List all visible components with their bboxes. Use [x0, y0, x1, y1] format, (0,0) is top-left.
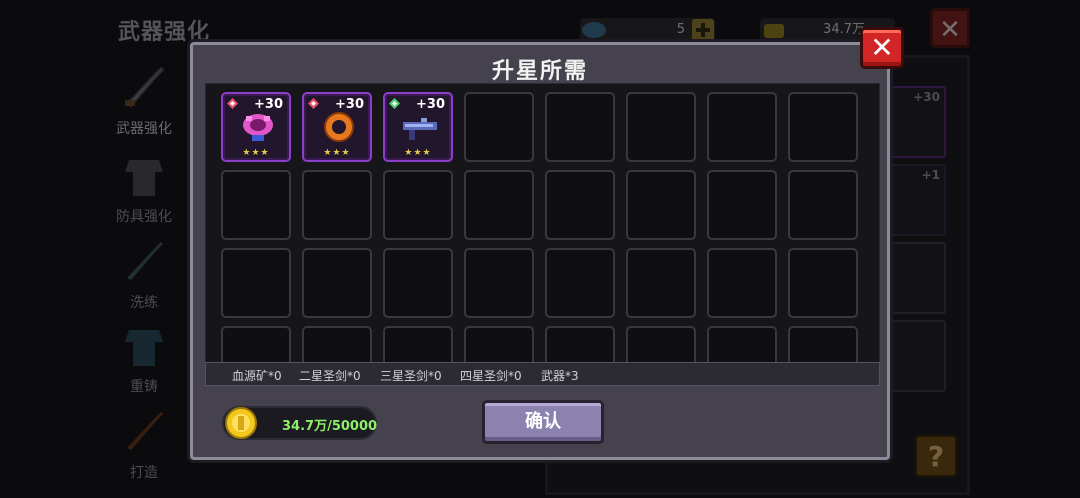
- red-gem-icon: [227, 98, 238, 109]
- empty-slot[interactable]: [383, 248, 453, 318]
- empty-slot[interactable]: [221, 170, 291, 240]
- requirement-item: 血源矿*0: [232, 369, 282, 383]
- requirements-bar: 血源矿*0 二星圣剑*0 三星圣剑*0 四星圣剑*0 武器*3: [205, 362, 880, 386]
- empty-slot[interactable]: [464, 92, 534, 162]
- empty-slot[interactable]: [464, 248, 534, 318]
- empty-slot[interactable]: [302, 326, 372, 363]
- material-slot[interactable]: +30 ★★★: [221, 92, 291, 162]
- dialog-title: 升星所需: [491, 59, 588, 84]
- empty-slot[interactable]: [545, 92, 615, 162]
- star-rating: ★★★: [323, 148, 351, 158]
- requirement-item: 武器*3: [541, 369, 579, 383]
- star-rating: ★★★: [404, 148, 432, 158]
- empty-slot[interactable]: [626, 92, 696, 162]
- requirement-item: 二星圣剑*0: [299, 369, 361, 383]
- empty-slot[interactable]: [545, 170, 615, 240]
- empty-slot[interactable]: [788, 326, 858, 363]
- requirement-item: 三星圣剑*0: [380, 369, 442, 383]
- coin-cost-text: 34.7万/50000: [282, 419, 378, 434]
- empty-slot[interactable]: [707, 248, 777, 318]
- pink-heart-icon: [243, 114, 273, 141]
- close-icon: ✕: [870, 31, 894, 64]
- empty-slot[interactable]: [626, 326, 696, 363]
- close-button[interactable]: ✕: [860, 27, 904, 69]
- empty-slot[interactable]: [788, 170, 858, 240]
- empty-slot[interactable]: [302, 248, 372, 318]
- orange-ring-icon: [324, 112, 354, 142]
- requirement-item: 四星圣剑*0: [460, 369, 522, 383]
- empty-slot[interactable]: [383, 326, 453, 363]
- empty-slot[interactable]: [788, 92, 858, 162]
- material-grid: +30 ★★★ +30 ★★★ +30 ★★★: [205, 83, 880, 364]
- empty-slot[interactable]: [221, 248, 291, 318]
- empty-slot[interactable]: [545, 248, 615, 318]
- empty-slot[interactable]: [464, 170, 534, 240]
- empty-slot[interactable]: [626, 170, 696, 240]
- empty-slot[interactable]: [707, 326, 777, 363]
- green-gem-icon: [389, 98, 400, 109]
- empty-slot[interactable]: [464, 326, 534, 363]
- confirm-button[interactable]: 确认: [482, 400, 604, 444]
- red-gem-icon: [308, 98, 319, 109]
- material-slot[interactable]: +30 ★★★: [302, 92, 372, 162]
- empty-slot[interactable]: [545, 326, 615, 363]
- empty-slot[interactable]: [788, 248, 858, 318]
- empty-slot[interactable]: [302, 170, 372, 240]
- empty-slot[interactable]: [707, 92, 777, 162]
- gold-coin-icon: [225, 407, 257, 439]
- empty-slot[interactable]: [221, 326, 291, 363]
- empty-slot[interactable]: [383, 170, 453, 240]
- gun-icon: [403, 118, 437, 140]
- star-rating: ★★★: [242, 148, 270, 158]
- material-slot[interactable]: +30 ★★★: [383, 92, 453, 162]
- empty-slot[interactable]: [626, 248, 696, 318]
- empty-slot[interactable]: [707, 170, 777, 240]
